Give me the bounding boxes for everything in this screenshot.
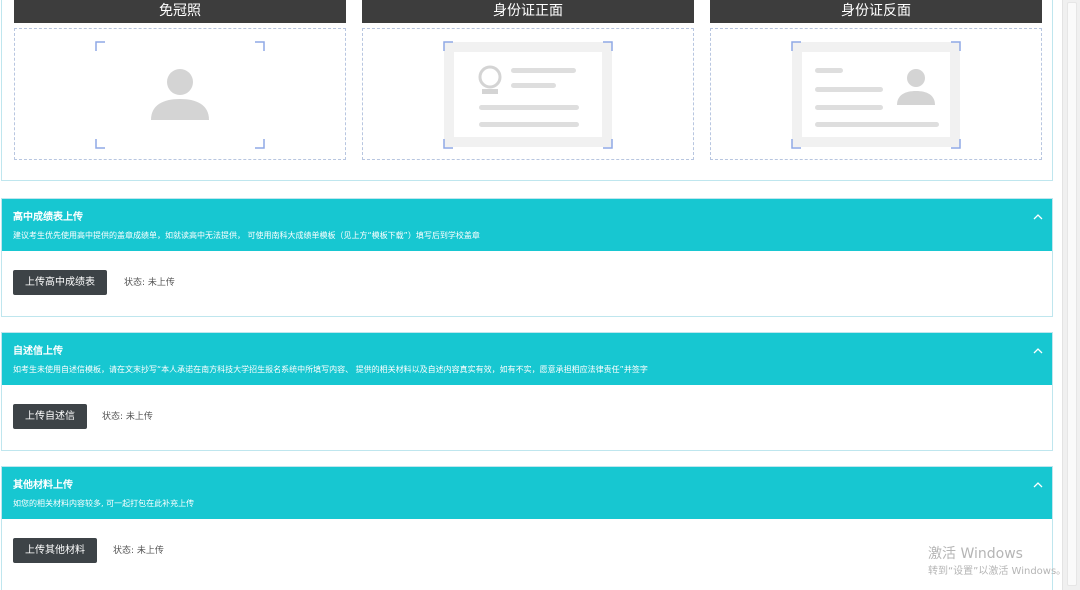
upload-transcript-button[interactable]: 上传高中成绩表 <box>13 270 107 295</box>
chevron-up-icon[interactable] <box>1033 481 1043 489</box>
portrait-upload-box[interactable] <box>14 28 346 160</box>
photo-column-id-front: 身份证正面 <box>362 0 694 160</box>
section-body: 上传自述信 状态: 未上传 <box>2 385 1052 450</box>
section-header[interactable]: 高中成绩表上传 建议考生优先使用高中提供的盖章成绩单，如就读高中无法提供， 可使… <box>2 199 1052 251</box>
section-title: 自述信上传 <box>13 346 63 357</box>
upload-status: 状态: 未上传 <box>102 412 153 422</box>
photo-title: 免冠照 <box>14 0 346 23</box>
section-description: 如您的相关材料内容较多, 可一起打包在此补充上传 <box>13 499 195 508</box>
id-back-upload-box[interactable] <box>710 28 1042 160</box>
upload-personal-statement-button[interactable]: 上传自述信 <box>13 404 87 429</box>
section-description: 如考生未使用自述信模板，请在文末抄写“本人承诺在南方科技大学招生报名系统中所填写… <box>13 365 648 374</box>
id-card-front-placeholder-icon <box>443 41 613 149</box>
section-description: 建议考生优先使用高中提供的盖章成绩单，如就读高中无法提供， 可使用南科大成绩单模… <box>13 231 480 240</box>
page: 免冠照 身份证正面 身份证反面 高中成绩表上传 建议考生优先使用高中提供的盖章成… <box>0 0 1062 590</box>
watermark-title: 激活 Windows <box>928 546 1023 562</box>
id-front-upload-box[interactable] <box>362 28 694 160</box>
other-materials-upload-section: 其他材料上传 如您的相关材料内容较多, 可一起打包在此补充上传 上传其他材料 状… <box>1 466 1053 590</box>
chevron-up-icon[interactable] <box>1033 213 1043 221</box>
section-body: 上传其他材料 状态: 未上传 <box>2 519 1052 584</box>
scrollbar-thumb[interactable] <box>1067 2 1077 586</box>
photo-upload-card: 免冠照 身份证正面 身份证反面 <box>1 0 1053 181</box>
section-header[interactable]: 自述信上传 如考生未使用自述信模板，请在文末抄写“本人承诺在南方科技大学招生报名… <box>2 333 1052 385</box>
upload-status: 状态: 未上传 <box>124 278 175 288</box>
portrait-placeholder-icon <box>95 41 265 149</box>
watermark-subtitle: 转到“设置”以激活 Windows。 <box>928 566 1067 577</box>
section-header[interactable]: 其他材料上传 如您的相关材料内容较多, 可一起打包在此补充上传 <box>2 467 1052 519</box>
windows-activation-watermark: 激活 Windows 转到“设置”以激活 Windows。 <box>928 546 1066 579</box>
id-card-back-placeholder-icon <box>791 41 961 149</box>
upload-other-materials-button[interactable]: 上传其他材料 <box>13 538 97 563</box>
section-title: 其他材料上传 <box>13 480 73 491</box>
photo-column-portrait: 免冠照 <box>14 0 346 160</box>
transcript-upload-section: 高中成绩表上传 建议考生优先使用高中提供的盖章成绩单，如就读高中无法提供， 可使… <box>1 198 1053 317</box>
upload-status: 状态: 未上传 <box>113 546 164 556</box>
photo-title: 身份证反面 <box>710 0 1042 23</box>
personal-statement-upload-section: 自述信上传 如考生未使用自述信模板，请在文末抄写“本人承诺在南方科技大学招生报名… <box>1 332 1053 451</box>
section-title: 高中成绩表上传 <box>13 212 83 223</box>
chevron-up-icon[interactable] <box>1033 347 1043 355</box>
vertical-scrollbar[interactable] <box>1062 0 1080 590</box>
section-body: 上传高中成绩表 状态: 未上传 <box>2 251 1052 316</box>
photo-column-id-back: 身份证反面 <box>710 0 1042 160</box>
photo-title: 身份证正面 <box>362 0 694 23</box>
